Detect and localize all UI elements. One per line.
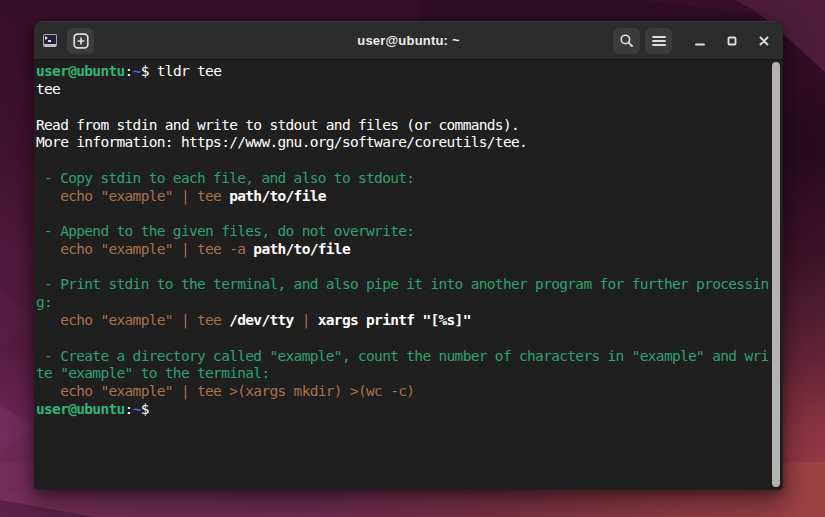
terminal-prompt-icon bbox=[45, 36, 50, 42]
minimize-button[interactable] bbox=[684, 28, 716, 54]
close-icon bbox=[758, 35, 770, 47]
scrollbar-thumb[interactable] bbox=[772, 62, 780, 487]
terminal-app-icon bbox=[43, 34, 57, 47]
terminal-line bbox=[36, 99, 769, 117]
terminal-line: echo "example" | tee >(xargs mkdir) >(wc… bbox=[36, 383, 769, 401]
search-icon bbox=[619, 33, 634, 48]
terminal-line: More information: https://www.gnu.org/so… bbox=[36, 134, 769, 152]
menu-button[interactable] bbox=[645, 28, 672, 54]
terminal-output: user@ubuntu:~$ tldr teetee Read from stdi… bbox=[36, 63, 769, 418]
scrollbar[interactable] bbox=[769, 60, 783, 490]
terminal-window: user@ubuntu: ~ bbox=[34, 21, 783, 490]
terminal-line: echo "example" | tee path/to/file bbox=[36, 188, 769, 206]
terminal-line bbox=[36, 259, 769, 277]
terminal-line: - Append to the given files, do not over… bbox=[36, 223, 769, 241]
maximize-icon bbox=[726, 35, 738, 47]
new-tab-button[interactable] bbox=[67, 28, 94, 54]
terminal-line: - Copy stdin to each file, and also to s… bbox=[36, 170, 769, 188]
close-button[interactable] bbox=[748, 28, 780, 54]
hamburger-menu-icon bbox=[652, 35, 666, 47]
terminal-line: user@ubuntu:~$ tldr tee bbox=[36, 63, 769, 81]
terminal-line: - Create a directory called "example", c… bbox=[36, 348, 769, 366]
terminal-line bbox=[36, 152, 769, 170]
terminal-line: Read from stdin and write to stdout and … bbox=[36, 117, 769, 135]
maximize-button[interactable] bbox=[716, 28, 748, 54]
search-button[interactable] bbox=[613, 28, 640, 54]
terminal-line: echo "example" | tee -a path/to/file bbox=[36, 241, 769, 259]
terminal-line: echo "example" | tee /dev/tty | xargs pr… bbox=[36, 312, 769, 330]
plus-in-square-icon bbox=[73, 33, 89, 49]
terminal-line: te "example" to the terminal: bbox=[36, 365, 769, 383]
terminal-line: g: bbox=[36, 294, 769, 312]
terminal-line bbox=[36, 330, 769, 348]
terminal-line: tee bbox=[36, 81, 769, 99]
terminal-line: - Print stdin to the terminal, and also … bbox=[36, 276, 769, 294]
minimize-icon bbox=[694, 35, 706, 47]
terminal-line bbox=[36, 205, 769, 223]
terminal-line: user@ubuntu:~$ bbox=[36, 401, 769, 419]
terminal-headerbar[interactable]: user@ubuntu: ~ bbox=[34, 21, 783, 60]
terminal-viewport[interactable]: user@ubuntu:~$ tldr teetee Read from stdi… bbox=[34, 60, 783, 490]
